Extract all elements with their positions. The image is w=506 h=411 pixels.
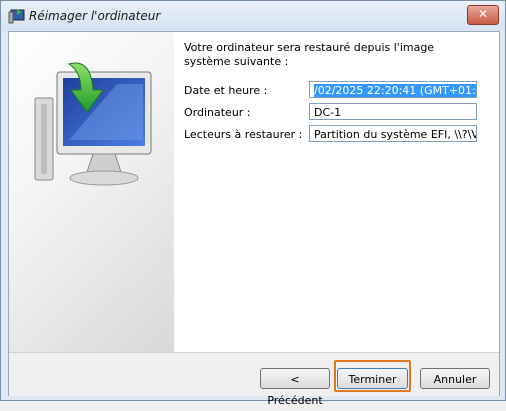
computer-field[interactable]: DC-1 bbox=[309, 103, 477, 120]
title-bar: Réimager l'ordinateur ✕ bbox=[1, 1, 505, 31]
dialog-content: Votre ordinateur sera restauré depuis l'… bbox=[8, 31, 500, 407]
close-button[interactable]: ✕ bbox=[467, 5, 499, 25]
intro-text: Votre ordinateur sera restauré depuis l'… bbox=[184, 41, 435, 68]
drives-value: Partition du système EFI, \\?\Volur bbox=[314, 128, 476, 141]
date-label: Date et heure : bbox=[184, 84, 268, 97]
drives-field[interactable]: Partition du système EFI, \\?\Volur bbox=[309, 125, 477, 142]
drives-label: Lecteurs à restaurer : bbox=[184, 128, 303, 141]
details-pane: Votre ordinateur sera restauré depuis l'… bbox=[174, 32, 499, 352]
reimage-dialog: Réimager l'ordinateur ✕ Votre ordinateur… bbox=[0, 0, 506, 407]
button-bar: < Précédent Terminer Annuler bbox=[9, 352, 499, 407]
monitor-restore-icon bbox=[34, 62, 152, 186]
close-icon: ✕ bbox=[477, 7, 489, 21]
computer-value: DC-1 bbox=[314, 106, 342, 119]
previous-button[interactable]: < Précédent bbox=[260, 368, 330, 407]
restore-computer-icon bbox=[8, 8, 26, 24]
date-value: /02/2025 22:20:41 (GMT+01:00) bbox=[314, 84, 476, 97]
window-title: Réimager l'ordinateur bbox=[29, 9, 161, 23]
cancel-button[interactable]: Annuler bbox=[420, 368, 490, 389]
finish-button[interactable]: Terminer bbox=[337, 368, 408, 389]
illustration-pane bbox=[9, 32, 174, 352]
date-field[interactable]: /02/2025 22:20:41 (GMT+01:00) bbox=[309, 81, 477, 98]
computer-label: Ordinateur : bbox=[184, 106, 251, 119]
